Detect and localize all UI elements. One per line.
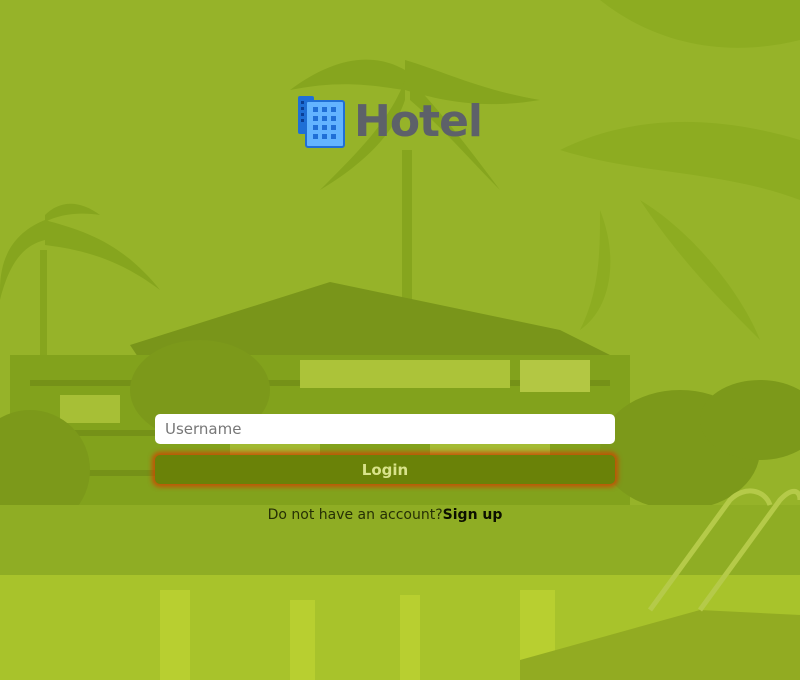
brand-logo: Hotel — [298, 92, 483, 150]
hotel-building-icon — [298, 96, 345, 148]
signup-prompt: Do not have an account? — [267, 507, 443, 523]
brand-title: Hotel — [354, 95, 483, 147]
signup-row: Do not have an account?Sign up — [0, 507, 770, 523]
signup-link[interactable]: Sign up — [443, 507, 503, 523]
login-button[interactable]: Login — [155, 455, 615, 484]
username-input[interactable] — [155, 414, 615, 444]
